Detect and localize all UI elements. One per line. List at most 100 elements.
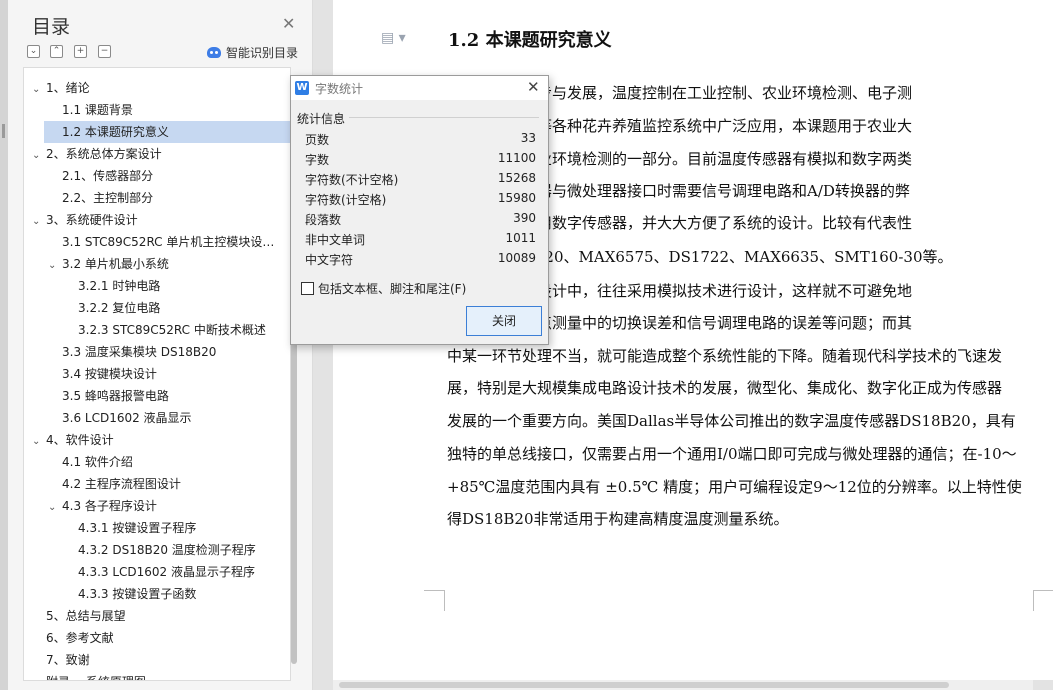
section-heading: 1.2 本课题研究意义: [448, 30, 612, 51]
stat-label: 字符数(计空格): [305, 193, 387, 207]
group-label: 统计信息: [297, 112, 346, 126]
toc-item[interactable]: ⌄ 1、绪论: [24, 77, 290, 99]
toc-item-label: 4.1 软件介绍: [62, 455, 133, 469]
left-edge-strip: [0, 0, 8, 690]
robot-icon: [207, 47, 221, 58]
toc-item-label: 5、总结与展望: [46, 609, 126, 623]
toc-item[interactable]: 3.5 蜂鸣器报警电路: [24, 385, 290, 407]
remove-heading-button[interactable]: −: [98, 45, 111, 58]
toc-item-label: 1.2 本课题研究意义: [62, 125, 169, 139]
stat-value: 10089: [497, 251, 536, 265]
toc-item-label: 3.2.2 复位电路: [78, 301, 161, 315]
toc-item-label: 3.5 蜂鸣器报警电路: [62, 389, 169, 403]
toc-item[interactable]: 附录一 系统原理图: [24, 671, 290, 680]
toc-item[interactable]: 3.4 按键模块设计: [24, 363, 290, 385]
scrollbar-thumb[interactable]: [339, 682, 949, 688]
toc-item[interactable]: 3.3 温度采集模块 DS18B20: [24, 341, 290, 363]
toc-item[interactable]: 4.3.2 DS18B20 温度检测子程序: [24, 539, 290, 561]
toc-item-label: 4.3.1 按键设置子程序: [78, 521, 197, 535]
toc-item[interactable]: 3.6 LCD1602 液晶显示: [24, 407, 290, 429]
toc-item[interactable]: ⌄ 3.2 单片机最小系统: [24, 253, 290, 275]
add-heading-button[interactable]: +: [74, 45, 87, 58]
toc-item[interactable]: 2.1、传感器部分: [24, 165, 290, 187]
dialog-title: 字数统计: [315, 82, 364, 96]
toc-item[interactable]: 4.3.3 按键设置子函数: [24, 583, 290, 605]
close-button[interactable]: 关闭: [466, 306, 542, 336]
toc-item-label: 3.6 LCD1602 液晶显示: [62, 411, 192, 425]
stat-label: 段落数: [305, 213, 342, 227]
document-icon[interactable]: ▤ ▾: [381, 30, 406, 46]
include-textbox-checkbox[interactable]: [301, 282, 314, 295]
toc-item-label: 2、系统总体方案设计: [46, 147, 162, 161]
page-corner-mark: [1033, 590, 1053, 611]
toc-item[interactable]: 4.1 软件介绍: [24, 451, 290, 473]
toc-item-label: 4.3.3 LCD1602 液晶显示子程序: [78, 565, 256, 579]
close-icon[interactable]: ✕: [527, 78, 540, 96]
paragraph-line: 得DS18B20非常适用于构建高精度温度测量系统。: [447, 510, 789, 528]
toc-item[interactable]: ⌄ 3、系统硬件设计: [24, 209, 290, 231]
toc-item-label: 4.3.2 DS18B20 温度检测子程序: [78, 543, 256, 557]
toc-item-label: 1.1 课题背景: [62, 103, 133, 117]
toc-item-label: 2.1、传感器部分: [62, 169, 154, 183]
toc-item[interactable]: 6、参考文献: [24, 627, 290, 649]
horizontal-scrollbar[interactable]: [333, 680, 1033, 690]
toc-item-label: 附录一 系统原理图: [46, 675, 146, 680]
toc-item-label: 4.3.3 按键设置子函数: [78, 587, 197, 601]
word-count-dialog: W 字数统计 ✕ 统计信息 页数 33 字数 11100 字符数(不计空格) 15268 字…: [290, 75, 549, 345]
toc-item[interactable]: 5、总结与展望: [24, 605, 290, 627]
toc-item[interactable]: 1.2 本课题研究意义: [44, 121, 290, 143]
stat-value: 390: [513, 211, 536, 225]
toc-item-label: 3.4 按键模块设计: [62, 367, 157, 381]
toc-panel: 目录 ✕ ⌄ ⌃ + − 智能识别目录 ⌄ 1、绪论 1.1 课题背景 1.2 本课题…: [8, 0, 313, 690]
toc-item[interactable]: 7、致谢: [24, 649, 290, 671]
stat-label: 非中文单词: [305, 233, 366, 247]
include-textbox-label[interactable]: 包括文本框、脚注和尾注(F): [318, 280, 466, 297]
close-icon[interactable]: ✕: [282, 14, 295, 33]
toc-item[interactable]: ⌄ 4、软件设计: [24, 429, 290, 451]
paragraph-line: 独特的单总线接口，仅需要占用一个通用I/0端口即可完成与微处理器的通信；在-10…: [447, 445, 1017, 463]
stat-value: 1011: [505, 231, 536, 245]
smart-toc-button[interactable]: 智能识别目录: [207, 44, 298, 61]
toc-item[interactable]: 4.3.1 按键设置子程序: [24, 517, 290, 539]
toc-item-label: 3.2.1 时钟电路: [78, 279, 161, 293]
paragraph-line: 展，特别是大规模集成电路设计技术的发展，微型化、集成化、数字化正成为传感器: [447, 379, 1003, 397]
divider: [349, 117, 539, 118]
toc-title: 目录: [32, 16, 71, 38]
edge-marker: [2, 124, 5, 138]
chevron-down-icon[interactable]: ⌄: [32, 431, 46, 451]
toc-item-label: 1、绪论: [46, 81, 90, 95]
chevron-down-icon[interactable]: ⌄: [32, 79, 46, 99]
smart-toc-label: 智能识别目录: [226, 46, 299, 60]
toc-item-label: 3.3 温度采集模块 DS18B20: [62, 345, 217, 359]
chevron-down-icon[interactable]: ⌄: [32, 145, 46, 165]
toc-item[interactable]: ⌄ 2、系统总体方案设计: [24, 143, 290, 165]
toc-item[interactable]: 3.2.3 STC89C52RC 中断技术概述: [24, 319, 290, 341]
toc-item[interactable]: ⌄ 4.3 各子程序设计: [24, 495, 290, 517]
toc-item[interactable]: 2.2、主控制部分: [24, 187, 290, 209]
chevron-down-icon[interactable]: ⌄: [48, 497, 62, 517]
toc-item-label: 4.3 各子程序设计: [62, 499, 157, 513]
expand-all-button[interactable]: ⌃: [50, 45, 63, 58]
toc-item[interactable]: 4.2 主程序流程图设计: [24, 473, 290, 495]
stat-value: 15980: [497, 191, 536, 205]
stat-value: 15268: [497, 171, 536, 185]
dialog-titlebar: W 字数统计 ✕: [291, 76, 548, 100]
app-logo-icon: W: [295, 81, 309, 95]
toc-item[interactable]: 3.2.1 时钟电路: [24, 275, 290, 297]
toc-item[interactable]: 1.1 课题背景: [24, 99, 290, 121]
toc-item-label: 4.2 主程序流程图设计: [62, 477, 181, 491]
toc-item-label: 3.2.3 STC89C52RC 中断技术概述: [78, 323, 266, 337]
page-corner-mark: [424, 590, 445, 611]
stat-label: 字数: [305, 153, 330, 167]
paragraph-line: +85℃温度范围内具有 ±0.5℃ 精度；用户可编程设定9～12位的分辨率。以上…: [447, 478, 1022, 496]
stat-label: 页数: [305, 133, 330, 147]
stat-value: 11100: [497, 151, 536, 165]
toc-item[interactable]: 4.3.3 LCD1602 液晶显示子程序: [24, 561, 290, 583]
collapse-all-button[interactable]: ⌄: [27, 45, 40, 58]
chevron-down-icon[interactable]: ⌄: [32, 211, 46, 231]
chevron-down-icon[interactable]: ⌄: [48, 255, 62, 275]
toc-item[interactable]: 3.2.2 复位电路: [24, 297, 290, 319]
toc-list: ⌄ 1、绪论 1.1 课题背景 1.2 本课题研究意义 ⌄ 2、系统总体方案设计 2.1、传…: [23, 67, 291, 681]
stat-label: 字符数(不计空格): [305, 173, 399, 187]
toc-item[interactable]: 3.1 STC89C52RC 单片机主控模块设…: [24, 231, 290, 253]
